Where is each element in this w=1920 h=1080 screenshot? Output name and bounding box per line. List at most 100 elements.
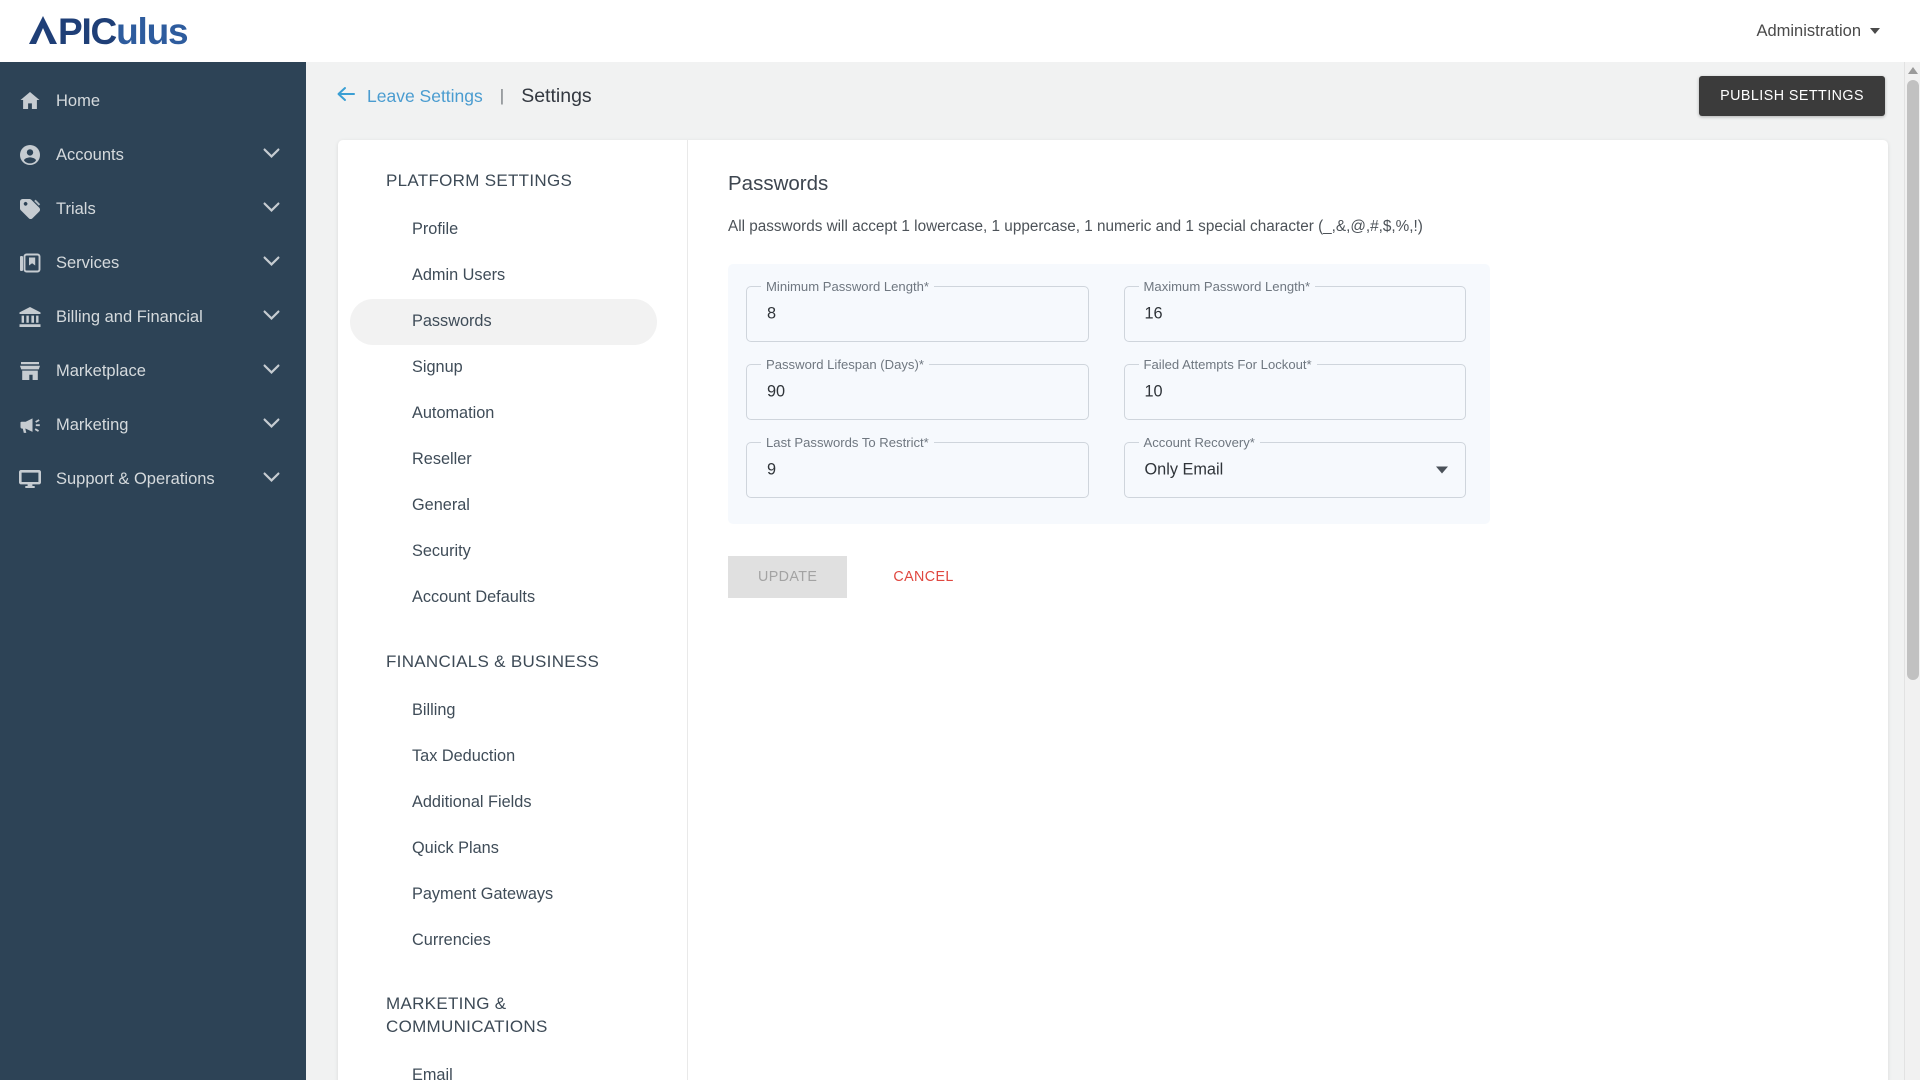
sidebar-item-marketing[interactable]: Marketing — [0, 398, 306, 452]
settings-navigation: PLATFORM SETTINGS Profile Admin Users Passw… — [338, 140, 688, 1080]
settings-nav-item-security[interactable]: Security — [350, 529, 657, 575]
cancel-button[interactable]: CANCEL — [875, 556, 971, 598]
chevron-down-icon[interactable] — [263, 254, 280, 272]
sidebar-item-label: Marketing — [56, 415, 129, 434]
sidebar-item-services[interactable]: Services — [0, 236, 306, 290]
input-password-lifespan-days[interactable]: Password Lifespan (Days)* 90 — [746, 357, 1089, 420]
sidebar-item-label: Services — [56, 253, 120, 272]
field-value: 9 — [767, 460, 777, 479]
sidebar-item-accounts[interactable]: Accounts — [0, 128, 306, 182]
panel-title: Passwords — [728, 172, 829, 195]
settings-nav-item-quick-plans[interactable]: Quick Plans — [350, 825, 657, 871]
field-value: 16 — [1144, 304, 1163, 323]
bank-icon — [17, 304, 43, 330]
field-label: Last Passwords To Restrict* — [761, 435, 934, 450]
settings-nav-item-billing[interactable]: Billing — [350, 687, 657, 733]
sidebar-item-trials[interactable]: Trials — [0, 182, 306, 236]
chevron-down-icon[interactable] — [263, 200, 280, 218]
chevron-down-icon[interactable] — [263, 146, 280, 164]
field-value: 90 — [767, 382, 786, 401]
settings-nav-item-signup[interactable]: Signup — [350, 345, 657, 391]
settings-nav-item-automation[interactable]: Automation — [350, 391, 657, 437]
input-last-passwords-to-restrict[interactable]: Last Passwords To Restrict* 9 — [746, 435, 1089, 498]
home-icon — [17, 88, 43, 114]
brand-logo[interactable]: PIC ulus — [0, 0, 306, 62]
sidebar-item-label: Marketplace — [56, 361, 146, 380]
scrollbar-thumb[interactable] — [1907, 80, 1919, 680]
chevron-down-icon[interactable] — [263, 308, 280, 326]
panel-description: All passwords will accept 1 lowercase, 1… — [728, 218, 1423, 235]
field-value: 8 — [767, 304, 777, 323]
sidebar-item-label: Accounts — [56, 145, 124, 164]
sidebar-item-billing-and-financial[interactable]: Billing and Financial — [0, 290, 306, 344]
account-circle-icon — [17, 142, 43, 168]
settings-nav-item-passwords[interactable]: Passwords — [350, 298, 657, 345]
brand-name-light: ulus — [116, 10, 188, 52]
collections-icon — [17, 250, 43, 276]
form-row: Minimum Password Length* 8 Maximum Passwor… — [746, 279, 1466, 342]
settings-nav-item-general[interactable]: General — [350, 483, 657, 529]
brand-name-bold: PIC — [58, 10, 117, 52]
passwords-panel: Passwords All passwords will accept 1 lo… — [688, 140, 1888, 1080]
logo-a-glyph — [28, 14, 58, 44]
sidebar-item-label: Billing and Financial — [56, 307, 203, 326]
sidebar-item-home[interactable]: Home — [0, 74, 306, 128]
form-actions: UPDATE CANCEL — [728, 556, 1848, 598]
dropdown-caret-icon[interactable] — [1436, 466, 1448, 474]
account-label: Administration — [1756, 21, 1861, 40]
update-button[interactable]: UPDATE — [728, 556, 848, 598]
arrow-left-icon — [336, 86, 356, 107]
settings-nav-item-account-defaults[interactable]: Account Defaults — [350, 575, 657, 621]
sidebar-item-label: Support & Operations — [56, 469, 215, 488]
input-failed-attempts-for-lockout[interactable]: Failed Attempts For Lockout* 10 — [1123, 357, 1466, 420]
chevron-down-icon[interactable] — [263, 470, 280, 488]
settings-group-title: PLATFORM SETTINGS — [386, 171, 573, 190]
password-settings-form: Minimum Password Length* 8 Maximum Passwor… — [728, 264, 1490, 524]
chevron-down-icon — [1870, 28, 1880, 34]
field-label: Password Lifespan (Days)* — [761, 357, 929, 372]
leave-settings-label: Leave Settings — [367, 85, 483, 106]
settings-nav-item-currencies[interactable]: Currencies — [350, 917, 657, 963]
top-bar: PIC ulus Administration — [0, 0, 1920, 62]
page-scrollbar[interactable] — [1904, 62, 1920, 1080]
form-row: Password Lifespan (Days)* 90 Failed Attemp… — [746, 357, 1466, 420]
main-content: Leave Settings | Settings PUBLISH SETTIN… — [306, 62, 1920, 1080]
megaphone-icon — [17, 412, 43, 438]
settings-nav-item-profile[interactable]: Profile — [350, 207, 657, 253]
field-label: Failed Attempts For Lockout* — [1138, 357, 1317, 372]
header-separator: | — [499, 86, 505, 105]
sidebar-item-label: Trials — [56, 199, 96, 218]
field-value: 10 — [1144, 382, 1163, 401]
settings-group-title: FINANCIALS & BUSINESS — [386, 651, 600, 671]
settings-group-title: MARKETING & COMMUNICATIONS — [386, 994, 548, 1036]
select-account-recovery[interactable]: Account Recovery* Only Email — [1123, 435, 1466, 498]
input-minimum-password-length[interactable]: Minimum Password Length* 8 — [746, 279, 1089, 342]
settings-card: PLATFORM SETTINGS Profile Admin Users Passw… — [338, 140, 1888, 1080]
field-label: Maximum Password Length* — [1138, 279, 1316, 294]
settings-nav-item-admin-users[interactable]: Admin Users — [350, 253, 657, 299]
field-label: Minimum Password Length* — [761, 279, 935, 294]
form-row: Last Passwords To Restrict* 9 Account Reco… — [746, 435, 1466, 498]
store-icon — [17, 358, 43, 384]
monitor-icon — [17, 466, 43, 492]
sidebar-item-support-operations[interactable]: Support & Operations — [0, 452, 306, 506]
input-maximum-password-length[interactable]: Maximum Password Length* 16 — [1123, 279, 1466, 342]
apiculus-wordmark: PIC ulus — [28, 10, 189, 52]
field-label: Account Recovery* — [1138, 435, 1260, 450]
publish-settings-button[interactable]: PUBLISH SETTINGS — [1699, 76, 1885, 116]
sidebar-item-label: Home — [56, 91, 101, 110]
field-value: Only Email — [1144, 460, 1224, 479]
chevron-down-icon[interactable] — [263, 362, 280, 380]
sidebar-item-marketplace[interactable]: Marketplace — [0, 344, 306, 398]
settings-nav-item-email[interactable]: Email — [350, 1052, 657, 1080]
page-header: Leave Settings | Settings PUBLISH SETTIN… — [306, 62, 1920, 130]
page-title: Settings — [521, 84, 592, 107]
settings-nav-item-payment-gateways[interactable]: Payment Gateways — [350, 871, 657, 917]
chevron-down-icon[interactable] — [263, 416, 280, 434]
scroll-up-arrow-icon[interactable] — [1905, 62, 1920, 80]
leave-settings-link[interactable]: Leave Settings — [336, 86, 483, 107]
settings-nav-item-reseller[interactable]: Reseller — [350, 437, 657, 483]
settings-nav-item-tax-deduction[interactable]: Tax Deduction — [350, 733, 657, 779]
settings-nav-item-additional-fields[interactable]: Additional Fields — [350, 779, 657, 825]
account-menu[interactable]: Administration — [1756, 22, 1920, 41]
